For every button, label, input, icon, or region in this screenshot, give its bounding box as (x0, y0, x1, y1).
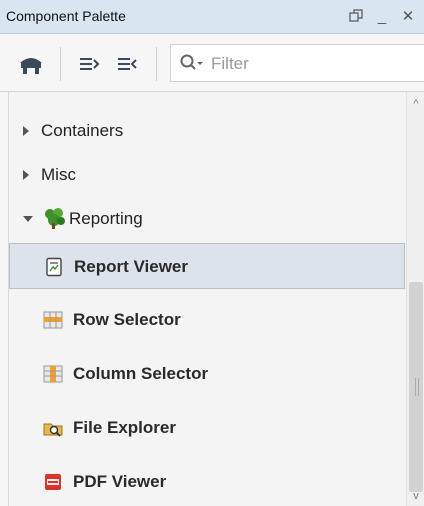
expand-arrow-icon[interactable] (23, 126, 29, 136)
tree-group-containers[interactable]: Containers (9, 114, 399, 148)
item-label: Report Viewer (74, 257, 189, 276)
palette-item-file-explorer[interactable]: File Explorer (9, 405, 405, 451)
toolbar-separator (156, 47, 157, 81)
group-label: Reporting (69, 209, 143, 228)
palette-item-column-selector[interactable]: Column Selector (9, 351, 405, 397)
filter-box (170, 44, 424, 82)
toolbar-separator (60, 47, 61, 81)
item-label: Column Selector (73, 364, 209, 383)
expand-all-icon[interactable] (74, 49, 104, 79)
close-icon[interactable]: ✕ (396, 4, 420, 28)
group-label: Misc (41, 165, 76, 184)
report-viewer-icon (44, 257, 64, 277)
scroll-thumb[interactable] (409, 282, 423, 492)
collapse-arrow-icon[interactable] (23, 216, 33, 222)
column-selector-icon (43, 364, 63, 384)
item-label: PDF Viewer (73, 472, 167, 491)
palette-toolbar (0, 34, 424, 92)
item-label: File Explorer (73, 418, 176, 437)
search-icon[interactable] (179, 53, 205, 73)
component-tree: Containers Misc Reporting Report Viewer … (8, 92, 407, 506)
filter-input[interactable] (209, 51, 413, 77)
scroll-down-icon[interactable]: v (410, 490, 422, 502)
collapse-all-icon[interactable] (112, 49, 142, 79)
palette-mode-icon[interactable] (16, 49, 46, 79)
title-bar: Component Palette _ ✕ (0, 0, 424, 34)
restore-icon[interactable] (344, 4, 368, 28)
palette-item-report-viewer[interactable]: Report Viewer (9, 243, 405, 289)
vertical-scrollbar[interactable]: ^ v (406, 92, 424, 506)
group-label: Containers (41, 121, 124, 140)
row-selector-icon (43, 310, 63, 330)
palette-item-pdf-viewer[interactable]: PDF Viewer (9, 459, 405, 505)
expand-arrow-icon[interactable] (23, 170, 29, 180)
minimize-icon[interactable]: _ (370, 4, 394, 28)
item-label: Row Selector (73, 310, 181, 329)
file-explorer-icon (43, 418, 63, 438)
scroll-up-icon[interactable]: ^ (410, 98, 422, 110)
panel-title: Component Palette (6, 8, 126, 24)
grip-icon (415, 378, 419, 396)
reporting-icon (41, 206, 67, 230)
component-palette-panel: Component Palette _ ✕ Filter Containers … (0, 0, 424, 506)
tree-group-reporting[interactable]: Reporting (9, 202, 399, 236)
pdf-viewer-icon (43, 472, 63, 492)
palette-item-row-selector[interactable]: Row Selector (9, 297, 405, 343)
tree-group-misc[interactable]: Misc (9, 158, 399, 192)
